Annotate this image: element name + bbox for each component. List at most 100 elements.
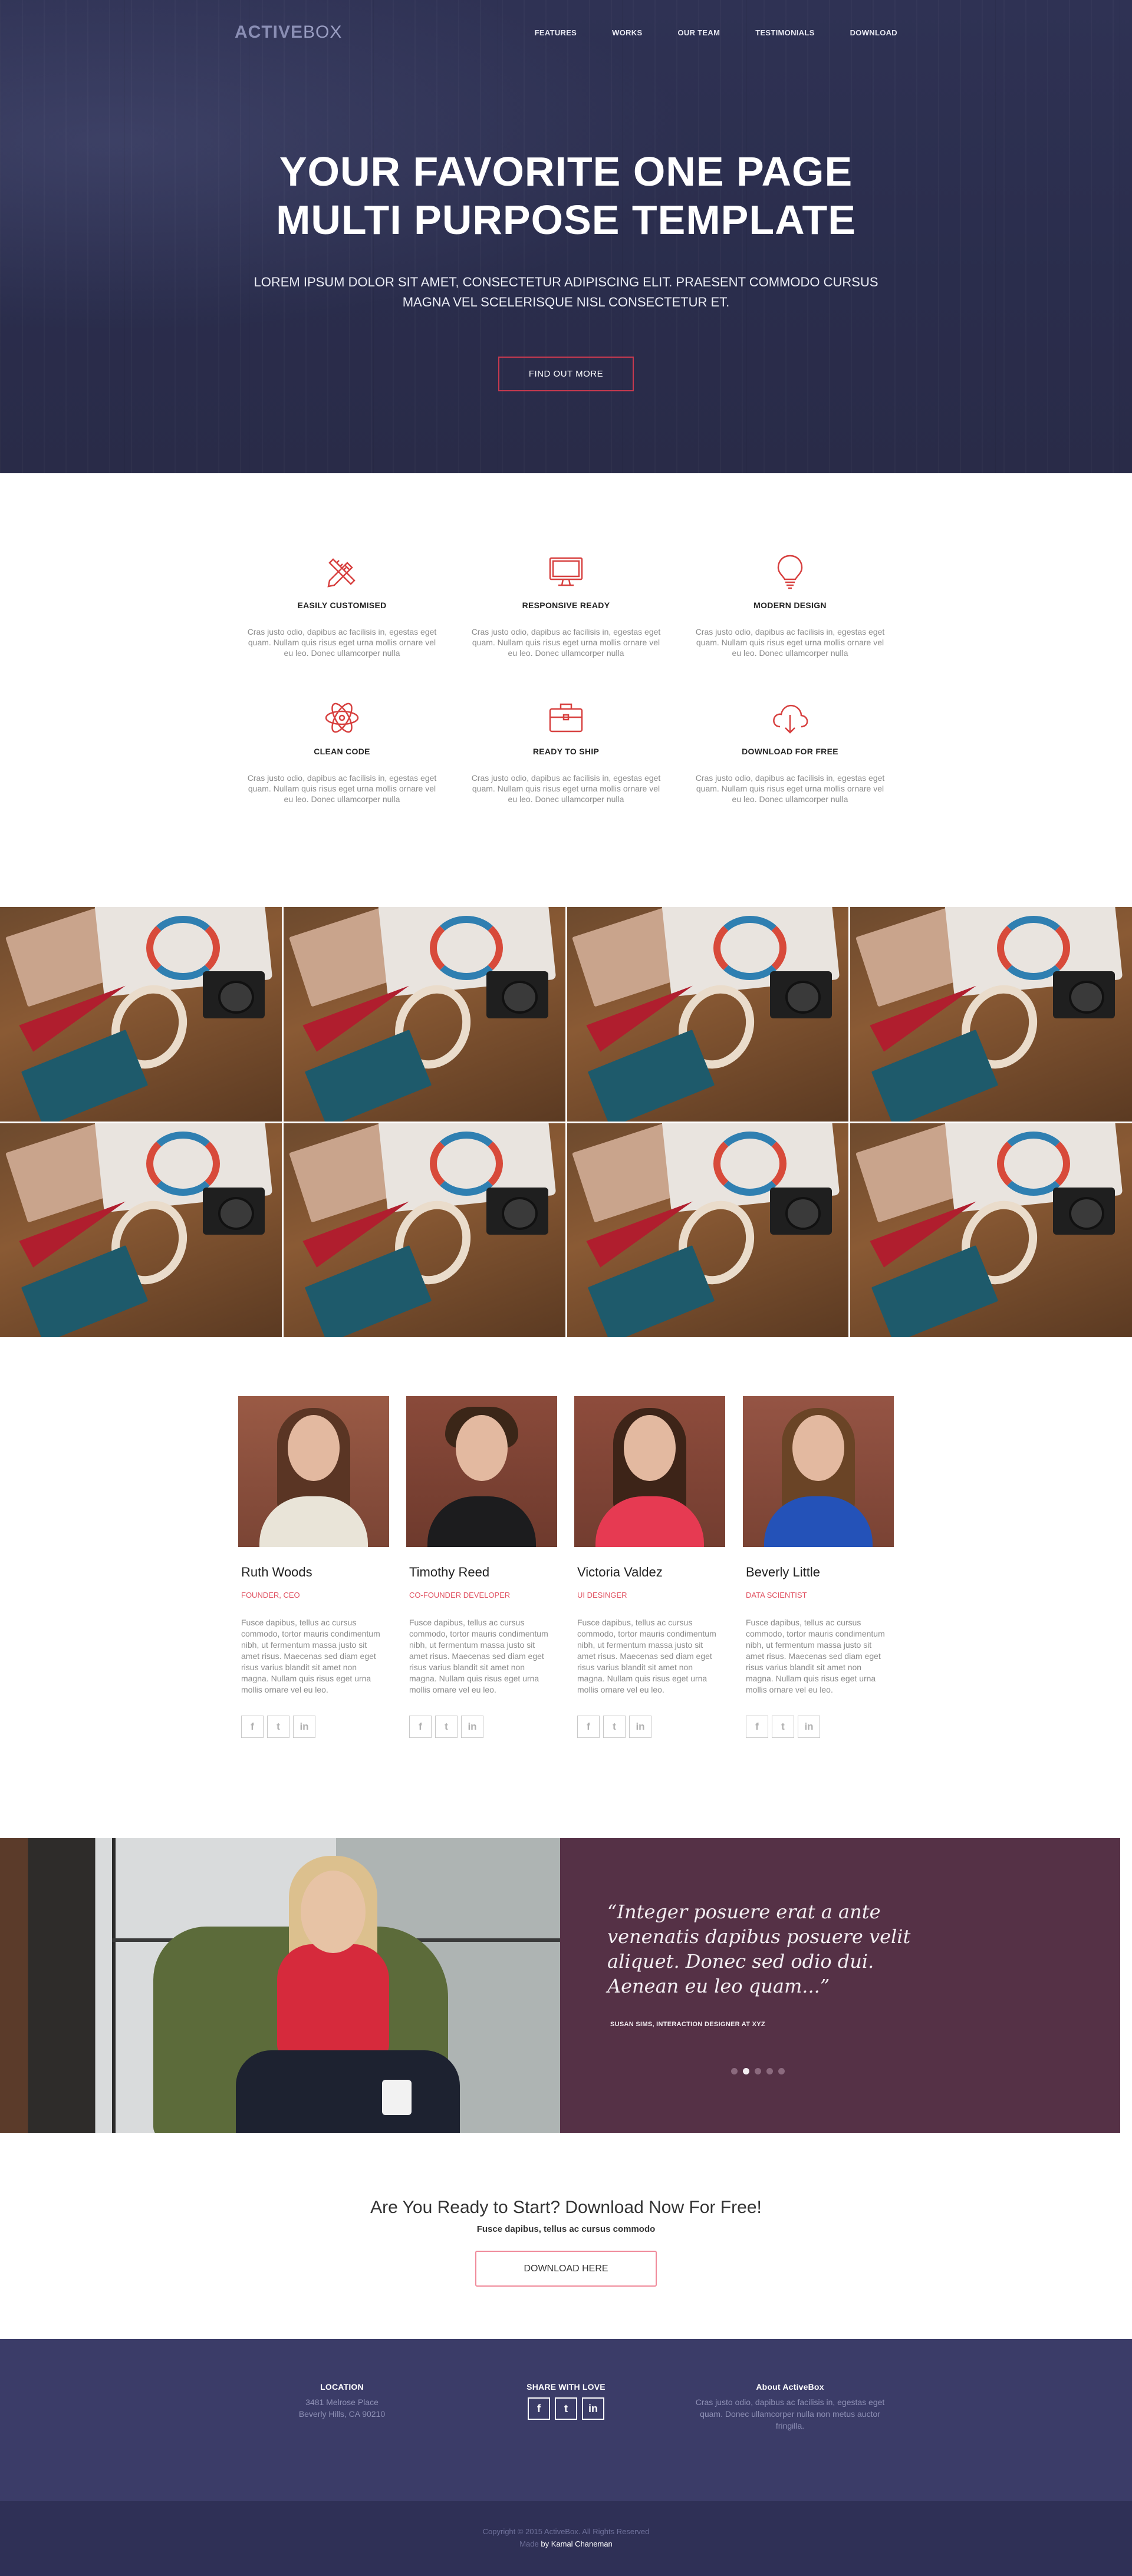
footer-about: About ActiveBox Cras justo odio, dapibus…	[693, 2382, 887, 2432]
linkedin-icon[interactable]: in	[461, 1716, 483, 1738]
footer: LOCATION 3481 Melrose Place Beverly Hills…	[0, 2339, 1132, 2501]
pencil-ruler-icon	[327, 558, 356, 588]
linkedin-icon[interactable]: in	[582, 2397, 604, 2420]
twitter-icon[interactable]: t	[267, 1716, 289, 1738]
feature-text: Cras justo odio, dapibus ac facilisis in…	[695, 627, 885, 658]
gallery-item[interactable]	[850, 1123, 1132, 1337]
footer-location: LOCATION 3481 Melrose Place Beverly Hills…	[254, 2382, 430, 2420]
nav-menu: FEATURES WORKS OUR TEAM TESTIMONIALS DOW…	[499, 28, 897, 37]
feature-title: EASILY CUSTOMISED	[297, 601, 387, 610]
made-by: Made by Kamal Chaneman	[0, 2538, 1132, 2550]
team-member-bio: Fusce dapibus, tellus ac cursus commodo,…	[577, 1618, 716, 1694]
footer-about-text: Cras justo odio, dapibus ac facilisis in…	[695, 2397, 885, 2430]
team-member-socials: f t in	[241, 1716, 389, 1738]
facebook-icon[interactable]: f	[409, 1716, 432, 1738]
gallery-item[interactable]	[283, 907, 565, 1122]
nav-link-testimonials[interactable]: TESTIMONIALS	[755, 28, 814, 37]
monitor-icon	[549, 557, 583, 586]
team-member-name: Timothy Reed	[409, 1565, 490, 1579]
download-section: Are You Ready to Start? Download Now For…	[0, 2133, 1132, 2339]
facebook-icon[interactable]: f	[577, 1716, 600, 1738]
team-member-card: Beverly Little DATA SCIENTIST Fusce dapi…	[743, 1396, 894, 1738]
hero-title-line2: MULTI PURPOSE TEMPLATE	[276, 197, 856, 243]
team-member-photo	[743, 1396, 894, 1547]
lightbulb-icon	[777, 555, 803, 589]
team-member-name: Victoria Valdez	[577, 1565, 663, 1579]
made-by-prefix: Made	[519, 2539, 539, 2548]
testimonial-quote: “Integer posuere erat a ante venenatis d…	[607, 1901, 911, 1997]
feature-item: CLEAN CODE Cras justo odio, dapibus ac f…	[245, 697, 439, 804]
logo-active: ACTIVE	[235, 22, 304, 42]
made-by-author[interactable]: by Kamal Chaneman	[541, 2539, 612, 2548]
facebook-icon[interactable]: f	[528, 2397, 550, 2420]
nav-link-our-team[interactable]: OUR TEAM	[677, 28, 720, 37]
team-member-photo	[406, 1396, 557, 1547]
twitter-icon[interactable]: t	[435, 1716, 458, 1738]
pager-dot[interactable]	[755, 2068, 761, 2074]
gallery-item[interactable]	[0, 1123, 282, 1337]
hero-title-line1: YOUR FAVORITE ONE PAGE	[279, 149, 853, 194]
feature-title: RESPONSIVE READY	[522, 601, 610, 610]
footer-share: SHARE WITH LOVE f t in	[478, 2382, 654, 2420]
team-member-photo	[238, 1396, 389, 1547]
team-member-role: CO-FOUNDER DEVELOPER	[409, 1591, 511, 1599]
find-out-more-button[interactable]: FIND OUT MORE	[498, 357, 634, 391]
pager-dot[interactable]	[778, 2068, 785, 2074]
gallery-item[interactable]	[567, 1123, 849, 1337]
gallery-item[interactable]	[0, 907, 282, 1122]
testimonial-quote-panel: “Integer posuere erat a ante venenatis d…	[560, 1838, 1132, 2133]
linkedin-icon[interactable]: in	[629, 1716, 651, 1738]
feature-title: CLEAN CODE	[314, 747, 370, 756]
linkedin-icon[interactable]: in	[798, 1716, 820, 1738]
team-member-socials: f t in	[577, 1716, 725, 1738]
pager-dot[interactable]	[731, 2068, 738, 2074]
testimonial-pager	[731, 2068, 785, 2074]
facebook-icon[interactable]: f	[241, 1716, 264, 1738]
team-member-name: Beverly Little	[746, 1565, 820, 1579]
hero-subtitle: LOREM IPSUM DOLOR SIT AMET, CONSECTETUR …	[254, 275, 878, 309]
top-navigation: ACTIVEBOX FEATURES WORKS OUR TEAM TESTIM…	[235, 22, 897, 42]
team-member-name: Ruth Woods	[241, 1565, 312, 1579]
footer-address-line1: 3481 Melrose Place	[305, 2397, 379, 2407]
pager-dot[interactable]	[766, 2068, 773, 2074]
features-section: EASILY CUSTOMISED Cras justo odio, dapib…	[0, 473, 1132, 907]
logo[interactable]: ACTIVEBOX	[235, 22, 342, 42]
twitter-icon[interactable]: t	[555, 2397, 577, 2420]
feature-text: Cras justo odio, dapibus ac facilisis in…	[247, 773, 437, 804]
feature-text: Cras justo odio, dapibus ac facilisis in…	[695, 773, 885, 804]
twitter-icon[interactable]: t	[772, 1716, 794, 1738]
twitter-icon[interactable]: t	[603, 1716, 626, 1738]
team-member-bio: Fusce dapibus, tellus ac cursus commodo,…	[409, 1618, 548, 1694]
gallery-item[interactable]	[850, 907, 1132, 1122]
nav-link-features[interactable]: FEATURES	[535, 28, 577, 37]
team-member-role: UI DESINGER	[577, 1591, 627, 1599]
footer-share-icons: f t in	[478, 2397, 654, 2420]
feature-item: MODERN DESIGN Cras justo odio, dapibus a…	[693, 551, 887, 658]
gallery-item[interactable]	[567, 907, 849, 1122]
works-gallery	[0, 907, 1132, 1337]
linkedin-icon[interactable]: in	[293, 1716, 315, 1738]
download-button[interactable]: DOWNLOAD HERE	[475, 2251, 657, 2287]
nav-link-download[interactable]: DOWNLOAD	[850, 28, 897, 37]
feature-item: DOWNLOAD FOR FREE Cras justo odio, dapib…	[693, 697, 887, 804]
footer-about-title: About ActiveBox	[756, 2382, 824, 2392]
nav-link-works[interactable]: WORKS	[612, 28, 642, 37]
team-member-socials: f t in	[409, 1716, 557, 1738]
hero-section: ACTIVEBOX FEATURES WORKS OUR TEAM TESTIM…	[0, 0, 1132, 473]
feature-text: Cras justo odio, dapibus ac facilisis in…	[247, 627, 437, 658]
gallery-item[interactable]	[283, 1123, 565, 1337]
feature-text: Cras justo odio, dapibus ac facilisis in…	[471, 773, 661, 804]
hero-title: YOUR FAVORITE ONE PAGE MULTI PURPOSE TEMP…	[0, 147, 1132, 244]
team-member-card: Timothy Reed CO-FOUNDER DEVELOPER Fusce …	[406, 1396, 557, 1738]
feature-title: MODERN DESIGN	[753, 601, 827, 610]
facebook-icon[interactable]: f	[746, 1716, 768, 1738]
feature-item: EASILY CUSTOMISED Cras justo odio, dapib…	[245, 551, 439, 658]
testimonial-photo	[0, 1838, 560, 2133]
team-member-photo	[574, 1396, 725, 1547]
feature-title: DOWNLOAD FOR FREE	[742, 747, 838, 756]
feature-item: RESPONSIVE READY Cras justo odio, dapibu…	[469, 551, 663, 658]
footer-share-title: SHARE WITH LOVE	[526, 2382, 606, 2392]
cloud-download-icon	[773, 705, 808, 734]
feature-item: READY TO SHIP Cras justo odio, dapibus a…	[469, 697, 663, 804]
pager-dot-active[interactable]	[743, 2068, 749, 2074]
